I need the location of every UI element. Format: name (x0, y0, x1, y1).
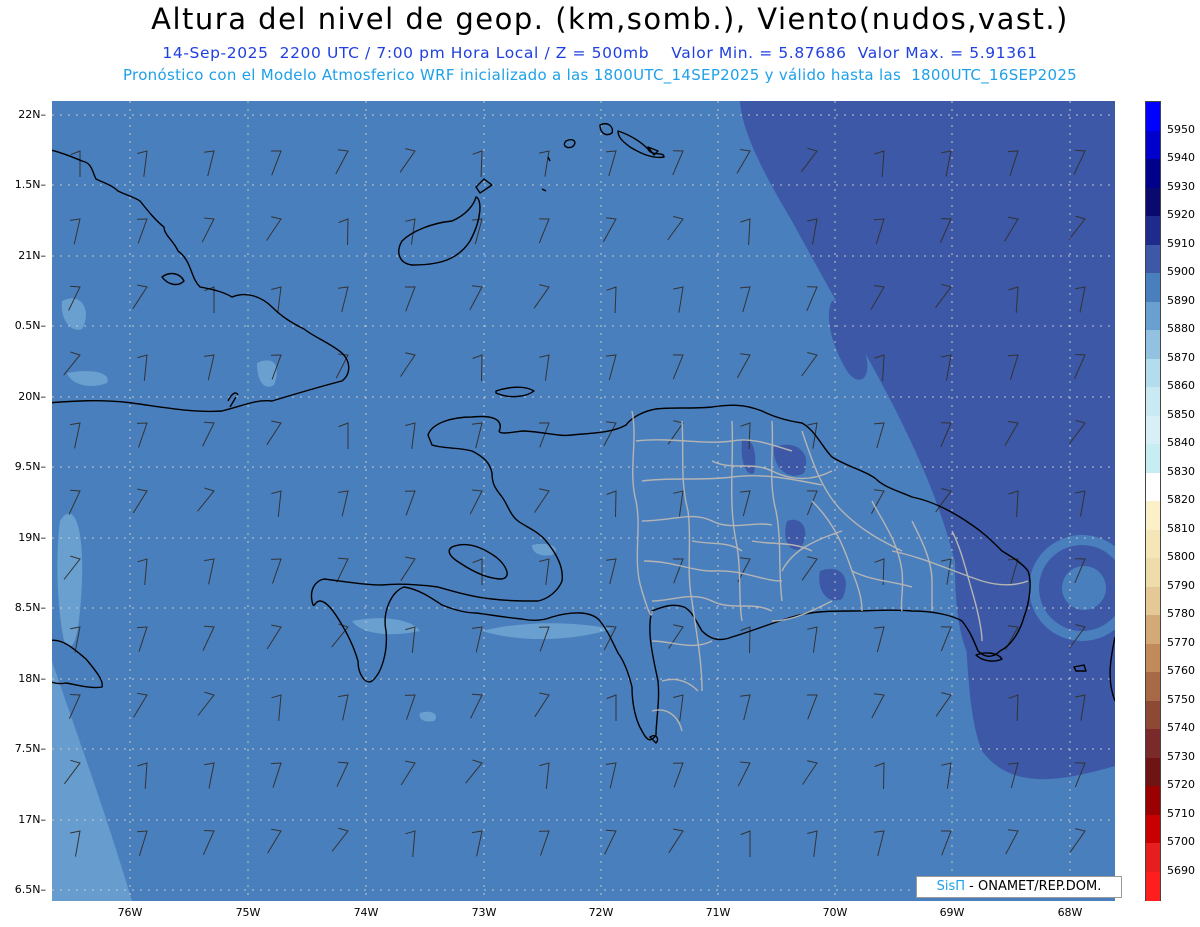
longitude-label: 72W (588, 906, 614, 919)
colorbar-label: 5810 (1167, 521, 1195, 535)
longitude-label: 76W (117, 906, 143, 919)
colorbar-swatch (1146, 444, 1160, 473)
colorbar-swatch (1146, 358, 1160, 388)
map-subtitle-model-info: Pronóstico con el Modelo Atmosferico WRF… (122, 66, 1078, 84)
geopotential-swirl-inner (1062, 566, 1106, 610)
colorbar-label: 5720 (1167, 778, 1195, 791)
colorbar-swatch (1146, 871, 1160, 901)
colorbar-swatch (1146, 729, 1160, 758)
longitude-label: 73W (471, 906, 497, 919)
colorbar-swatch (1146, 244, 1160, 274)
colorbar-swatch (1146, 700, 1160, 730)
latitude-label: 17N– (18, 813, 46, 826)
longitude-label: 71W (705, 906, 731, 919)
map-subtitle-valid-time: 14-Sep-2025 2200 UTC / 7:00 pm Hora Loca… (162, 44, 1038, 62)
latitude-label: 1.5N– (14, 178, 46, 191)
colorbar-swatch (1146, 757, 1160, 787)
colorbar-swatch (1146, 130, 1160, 160)
latitude-label: 9.5N– (14, 460, 46, 473)
latitude-label: 6.5N– (14, 883, 46, 896)
colorbar-label: 5830 (1167, 464, 1195, 478)
colorbar-swatch (1146, 472, 1160, 502)
colorbar-swatch (1146, 529, 1160, 559)
colorbar-label: 5760 (1167, 664, 1195, 677)
latitude-label: 18N– (18, 672, 46, 685)
latitude-label: 0.5N– (14, 319, 46, 332)
colorbar-label: 5890 (1167, 293, 1195, 307)
colorbar-swatch (1146, 216, 1160, 245)
colorbar-swatch (1146, 643, 1160, 673)
colorbar-label: 5780 (1167, 607, 1195, 620)
colorbar-label: 5900 (1167, 265, 1195, 278)
longitude-label: 68W (1057, 906, 1083, 919)
latitude-label: 19N– (18, 531, 46, 544)
latitude-label: 7.5N– (14, 742, 46, 755)
colorbar-swatch (1146, 387, 1160, 416)
colorbar-label: 5700 (1167, 835, 1195, 848)
longitude-label: 75W (235, 906, 261, 919)
latitude-label: 21N– (18, 249, 46, 262)
colorbar-label: 5940 (1167, 151, 1195, 164)
colorbar-label: 5850 (1167, 407, 1195, 421)
colorbar-swatch (1146, 330, 1160, 359)
map-title: Altura del nivel de geop. (km,somb.), Vi… (151, 2, 1069, 36)
map-panel (52, 101, 1115, 901)
longitude-label: 74W (353, 906, 379, 919)
colorbar-label: 5770 (1167, 635, 1195, 649)
colorbar-swatch (1146, 615, 1160, 644)
colorbar-label: 5710 (1167, 806, 1195, 820)
colorbar-swatch (1146, 814, 1160, 844)
colorbar-label: 5790 (1167, 578, 1195, 592)
colorbar-label: 5730 (1167, 749, 1195, 763)
colorbar-label: 5860 (1167, 379, 1195, 392)
colorbar-swatch (1146, 672, 1160, 701)
colorbar-swatch (1146, 159, 1160, 188)
colorbar-swatch (1146, 415, 1160, 445)
colorbar-swatch (1146, 501, 1160, 530)
colorbar-swatch (1146, 843, 1160, 872)
credit-box: SisΠ - ONAMET/REP.DOM. (916, 876, 1122, 898)
colorbar-label: 5750 (1167, 692, 1195, 706)
colorbar-swatch (1146, 187, 1160, 217)
latitude-label: 8.5N– (14, 601, 46, 614)
colorbar-label: 5870 (1167, 350, 1195, 364)
map-canvas (52, 101, 1115, 901)
colorbar (1145, 101, 1161, 901)
colorbar-label: 5740 (1167, 721, 1195, 734)
colorbar-swatch (1146, 102, 1160, 131)
longitude-label: 70W (822, 906, 848, 919)
colorbar-swatch (1146, 558, 1160, 587)
latitude-label: 22N– (18, 108, 46, 121)
longitude-label: 69W (939, 906, 965, 919)
colorbar-swatch (1146, 586, 1160, 616)
colorbar-label: 5800 (1167, 550, 1195, 563)
colorbar-swatch (1146, 786, 1160, 815)
latitude-label: 20N– (18, 390, 46, 403)
sispi-logo: SisΠ (936, 879, 966, 894)
colorbar-label: 5910 (1167, 236, 1195, 250)
colorbar-swatch (1146, 301, 1160, 331)
colorbar-label: 5930 (1167, 179, 1195, 193)
credit-text: - ONAMET/REP.DOM. (965, 879, 1102, 894)
colorbar-swatch (1146, 273, 1160, 302)
colorbar-label: 5920 (1167, 208, 1195, 221)
colorbar-label: 5880 (1167, 322, 1195, 335)
colorbar-label: 5690 (1167, 863, 1195, 877)
colorbar-label: 5950 (1167, 122, 1195, 136)
colorbar-label: 5820 (1167, 493, 1195, 506)
colorbar-label: 5840 (1167, 436, 1195, 449)
